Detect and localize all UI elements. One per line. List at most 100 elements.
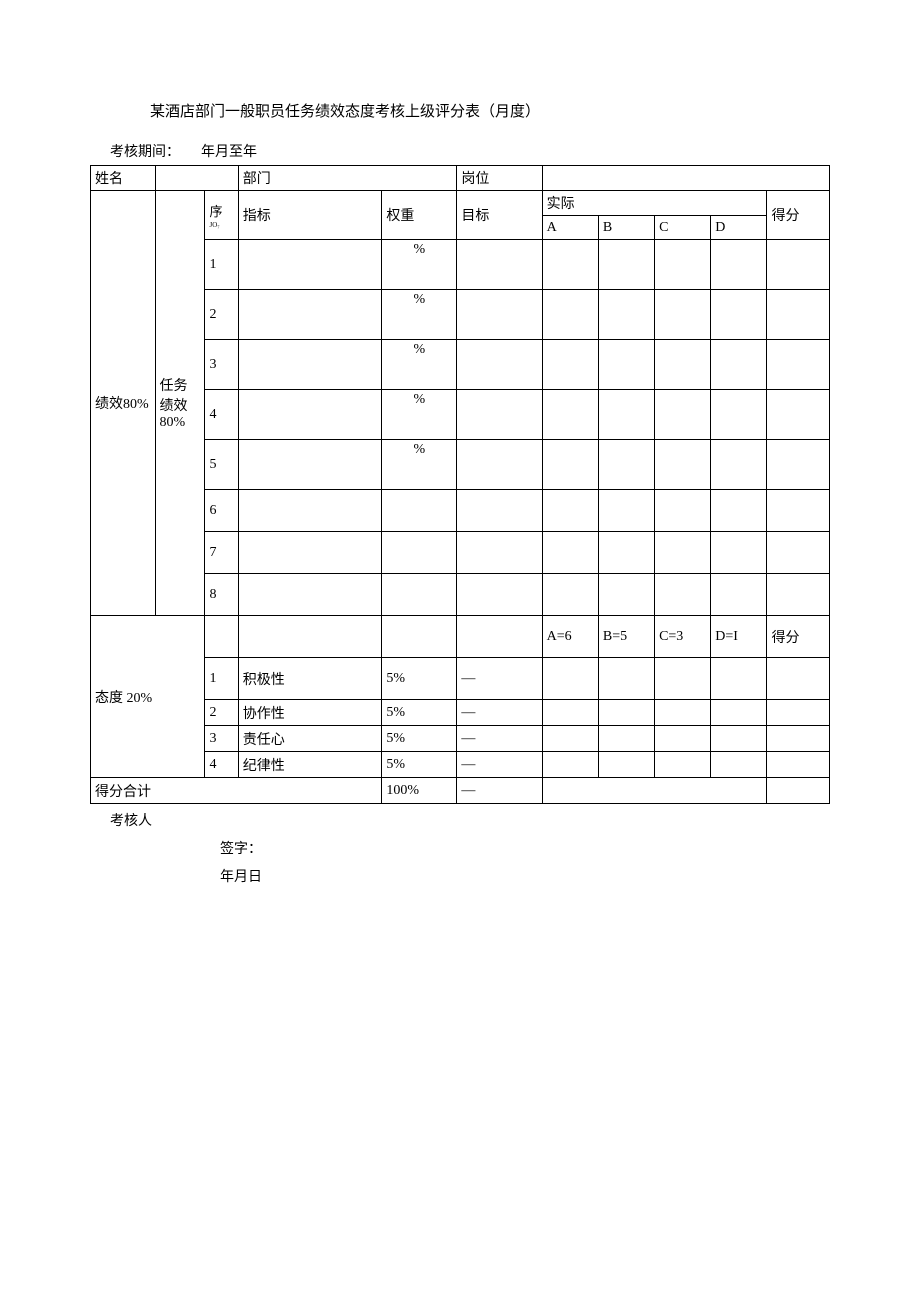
attitude-header-blank2 [238, 616, 382, 658]
perf-row-indicator [238, 290, 382, 340]
perf-row-seq: 1 [205, 240, 238, 290]
perf-row-b [598, 532, 654, 574]
perf-row-seq: 7 [205, 532, 238, 574]
attitude-row-name: 积极性 [238, 658, 382, 700]
perf-row-target [457, 290, 542, 340]
dept-label: 部门 [238, 166, 457, 191]
attitude-row-d [711, 700, 767, 726]
attitude-row-weight: 5% [382, 658, 457, 700]
perf-row-target [457, 490, 542, 532]
perf-row-c [655, 290, 711, 340]
perf-row-indicator [238, 490, 382, 532]
perf-row-d [711, 490, 767, 532]
attitude-row-c [655, 700, 711, 726]
perf-row-weight [382, 490, 457, 532]
perf-row-c [655, 532, 711, 574]
attitude-row-target: — [457, 752, 542, 778]
perf-row-d [711, 290, 767, 340]
total-label: 得分合计 [91, 778, 382, 804]
perf-row-b [598, 290, 654, 340]
perf-row-score [767, 290, 830, 340]
perf-row-indicator [238, 574, 382, 616]
perf-row-c [655, 340, 711, 390]
perf-row-c [655, 490, 711, 532]
indicator-header: 指标 [238, 191, 382, 240]
attitude-header-b: B=5 [598, 616, 654, 658]
attitude-row-seq: 3 [205, 726, 238, 752]
perf-row-d [711, 390, 767, 440]
attitude-row-name: 纪律性 [238, 752, 382, 778]
perf-row-indicator [238, 240, 382, 290]
perf-row-target [457, 390, 542, 440]
attitude-row-weight: 5% [382, 726, 457, 752]
perf-row-b [598, 390, 654, 440]
attitude-row-score [767, 726, 830, 752]
col-b: B [598, 216, 654, 240]
perf-row-weight: % [382, 440, 457, 490]
attitude-row-d [711, 752, 767, 778]
col-d: D [711, 216, 767, 240]
attitude-row-score [767, 752, 830, 778]
attitude-row-b [598, 752, 654, 778]
perf-row-indicator [238, 340, 382, 390]
perf-row-a [542, 440, 598, 490]
perf-row-weight: % [382, 390, 457, 440]
col-c: C [655, 216, 711, 240]
perf-row-score [767, 340, 830, 390]
name-label: 姓名 [91, 166, 156, 191]
perf-row-b [598, 340, 654, 390]
attitude-row-b [598, 700, 654, 726]
perf-row-b [598, 240, 654, 290]
perf-row-d [711, 240, 767, 290]
task-perf-label: 任务绩效80% [155, 191, 205, 616]
position-label: 岗位 [457, 166, 542, 191]
perf-row-score [767, 490, 830, 532]
perf-row-score [767, 440, 830, 490]
perf-row-weight: % [382, 340, 457, 390]
perf-row-a [542, 340, 598, 390]
perf-row-weight [382, 532, 457, 574]
target-header: 目标 [457, 191, 542, 240]
perf-row-score [767, 240, 830, 290]
period-value: 年月至年 [201, 145, 257, 160]
attitude-row-b [598, 658, 654, 700]
attitude-row-a [542, 726, 598, 752]
attitude-row-seq: 4 [205, 752, 238, 778]
seq-header: 序 JO₇ [205, 191, 238, 240]
attitude-row-seq: 2 [205, 700, 238, 726]
attitude-row-c [655, 726, 711, 752]
perf-row-a [542, 290, 598, 340]
assessment-period: 考核期间： 年月至年 [110, 141, 830, 161]
perf-row-seq: 3 [205, 340, 238, 390]
attitude-row-c [655, 752, 711, 778]
attitude-header-score: 得分 [767, 616, 830, 658]
perf-row-c [655, 574, 711, 616]
perf-row-indicator [238, 390, 382, 440]
perf-row-target [457, 574, 542, 616]
attitude-header-blank1 [205, 616, 238, 658]
assessor-label: 考核人 [110, 810, 830, 830]
perf-row-indicator [238, 440, 382, 490]
signature-label: 签字： [220, 838, 830, 858]
total-target: — [457, 778, 542, 804]
seq-text: 序 [209, 204, 222, 219]
perf-row-a [542, 240, 598, 290]
attitude-group-label: 态度 20% [91, 616, 205, 778]
perf-row-seq: 6 [205, 490, 238, 532]
perf-row-c [655, 390, 711, 440]
perf-row-d [711, 340, 767, 390]
name-value [155, 166, 238, 191]
footer: 考核人 签字： 年月日 [110, 810, 830, 886]
perf-row-seq: 5 [205, 440, 238, 490]
evaluation-table: 姓名 部门 岗位 绩效80% 任务绩效80% 序 JO₇ 指标 权重 目标 实际… [90, 165, 830, 804]
attitude-row-a [542, 658, 598, 700]
attitude-row-a [542, 700, 598, 726]
perf-group-label: 绩效80% [91, 191, 156, 616]
perf-row-weight: % [382, 290, 457, 340]
perf-row-a [542, 390, 598, 440]
perf-row-seq: 8 [205, 574, 238, 616]
attitude-header-c: C=3 [655, 616, 711, 658]
perf-row-d [711, 574, 767, 616]
attitude-header-a: A=6 [542, 616, 598, 658]
total-actual [542, 778, 767, 804]
